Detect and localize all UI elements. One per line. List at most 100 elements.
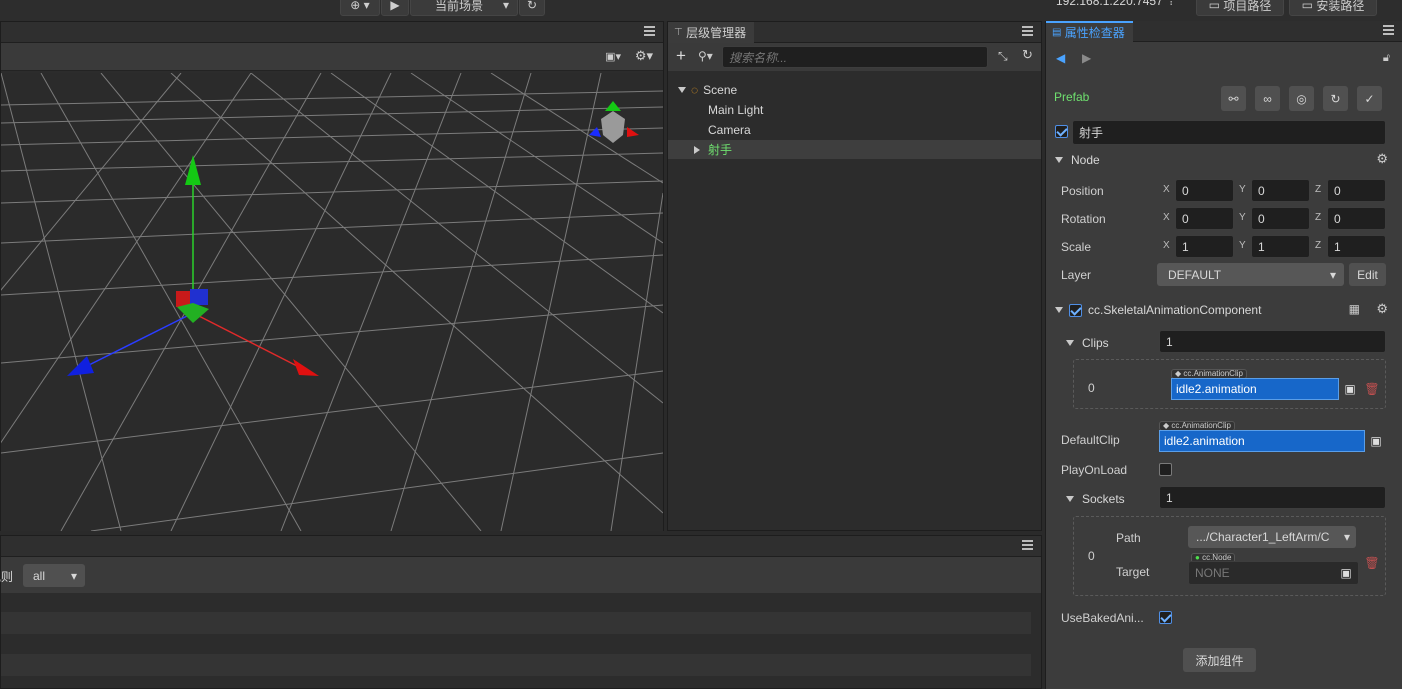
doc-icon: ▤	[1052, 26, 1062, 38]
rule-label: 规则	[0, 570, 14, 584]
scene-select[interactable]: 当前场景 ▾	[410, 0, 518, 16]
inspector-panel: ▤ 属性检查器 ◀ ▶ 🔓︎ Prefab ⚯ ∞ ◎ ↻ ✓ 射手 Node …	[1045, 20, 1402, 689]
rotation-x-input[interactable]: 0	[1175, 207, 1234, 230]
prefab-label: Prefab	[1054, 90, 1090, 104]
rotation-z-input[interactable]: 0	[1327, 207, 1386, 230]
target-label: Target	[1116, 565, 1150, 579]
node-name-input[interactable]: 射手	[1072, 120, 1386, 145]
layer-edit-button[interactable]: Edit	[1349, 263, 1386, 286]
add-component-button[interactable]: 添加组件	[1183, 648, 1256, 672]
link-prefab-button[interactable]: ∞	[1255, 86, 1280, 111]
clips-header[interactable]: Clips	[1066, 336, 1109, 350]
inspector-header: ▤ 属性检查器	[1046, 20, 1402, 42]
add-icon[interactable]: +	[676, 46, 686, 66]
component-header[interactable]: cc.SkeletalAnimationComponent	[1055, 303, 1261, 317]
layer-label: Layer	[1061, 268, 1092, 282]
forward-icon[interactable]: ▶	[1082, 51, 1091, 65]
gear-icon[interactable]: ⚙▾	[635, 48, 653, 64]
expand-icon[interactable]	[694, 145, 700, 154]
scale-x-input[interactable]: 1	[1175, 235, 1234, 258]
apply-prefab-button[interactable]: ✓	[1357, 86, 1382, 111]
check-circle-icon: ✓	[1364, 91, 1375, 106]
play-on-load-label: PlayOnLoad	[1061, 463, 1128, 477]
rotation-y-input[interactable]: 0	[1251, 207, 1310, 230]
globe-button[interactable]: ⊕ ▾	[340, 0, 380, 16]
camera-icon[interactable]: ▣▾	[605, 50, 621, 63]
revert-prefab-button[interactable]: ↻	[1323, 86, 1348, 111]
play-button[interactable]: ▶	[381, 0, 409, 16]
tree-item-camera[interactable]: Camera	[708, 123, 751, 137]
tree-item-main-light[interactable]: Main Light	[708, 103, 763, 117]
rotation-label: Rotation	[1061, 212, 1106, 226]
project-path-button[interactable]: ▭ 项目路径	[1196, 0, 1284, 16]
trash-icon[interactable]: 🗑︎	[1364, 378, 1380, 400]
filter-select[interactable]: all ▾	[23, 564, 85, 587]
position-y-input[interactable]: 0	[1251, 179, 1310, 202]
scene-toolbar: ▣▾ ⚙▾	[1, 43, 663, 71]
folder-icon: ▭	[1208, 0, 1220, 12]
book-icon[interactable]: ▦	[1349, 302, 1360, 316]
tree-item-shooter[interactable]: 射手	[668, 140, 1041, 159]
picker-icon[interactable]: ▣	[1342, 378, 1358, 400]
hierarchy-panel: ⊤ 层级管理器 + ⚲▾ 搜索名称... ⤡ ↻ ◌ Scene Main Li…	[667, 21, 1042, 531]
expand-icon[interactable]	[678, 87, 686, 93]
ip-address: 192.168.1.220:7457 ⇡	[1056, 0, 1176, 8]
top-toolbar: ⊕ ▾ ▶ 当前场景 ▾ ↻ 192.168.1.220:7457 ⇡ ▭ 项目路…	[0, 0, 1402, 21]
unlink-icon: ⚯	[1228, 91, 1239, 106]
default-clip-field[interactable]: idle2.animation	[1159, 430, 1365, 452]
sockets-header[interactable]: Sockets	[1066, 492, 1125, 506]
play-icon: ▶	[390, 0, 400, 12]
install-path-button[interactable]: ▭ 安装路径	[1289, 0, 1377, 16]
menu-icon[interactable]	[1383, 25, 1394, 35]
collapse-icon	[1055, 307, 1063, 313]
collapse-icon	[1055, 157, 1063, 163]
tab-hierarchy[interactable]: ⊤ 层级管理器	[668, 21, 755, 43]
tree-icon: ⊤	[674, 26, 683, 38]
clip-0-field[interactable]: idle2.animation	[1171, 378, 1339, 400]
scale-z-input[interactable]: 1	[1327, 235, 1386, 258]
sockets-count-input[interactable]: 1	[1159, 486, 1386, 509]
path-label: Path	[1116, 531, 1141, 545]
node-active-checkbox[interactable]	[1055, 125, 1068, 138]
scene-icon: ◌	[691, 83, 699, 97]
socket-target-field[interactable]: NONE	[1188, 561, 1359, 585]
hierarchy-header: ⊤ 层级管理器	[668, 21, 1041, 43]
scene-viewport[interactable]	[1, 73, 663, 531]
menu-icon[interactable]	[1022, 540, 1033, 550]
menu-icon[interactable]	[1022, 26, 1033, 36]
chevron-down-icon: ▾	[1329, 267, 1336, 282]
scene-panel-header	[1, 22, 663, 43]
picker-icon[interactable]: ▣	[1338, 562, 1354, 584]
tab-inspector[interactable]: ▤ 属性检查器	[1046, 20, 1133, 42]
tree-item-scene[interactable]: ◌ Scene	[678, 83, 737, 97]
collapse-icon	[1066, 340, 1074, 346]
play-on-load-checkbox[interactable]	[1159, 463, 1172, 476]
collapse-icon[interactable]: ⤡	[998, 49, 1008, 64]
refresh-icon[interactable]: ↻	[1022, 47, 1033, 63]
unlink-prefab-button[interactable]: ⚯	[1221, 86, 1246, 111]
refresh-button[interactable]: ↻	[519, 0, 545, 16]
use-baked-checkbox[interactable]	[1159, 611, 1172, 624]
component-enabled-checkbox[interactable]	[1069, 303, 1082, 317]
node-section-header[interactable]: Node	[1055, 153, 1100, 167]
refresh-icon: ↻	[526, 0, 538, 12]
link-icon: ∞	[1263, 91, 1272, 106]
trash-icon[interactable]: 🗑︎	[1364, 552, 1380, 574]
socket-path-select[interactable]: .../Character1_LeftArm/C ▾	[1188, 526, 1356, 548]
lock-icon[interactable]: 🔓︎	[1383, 52, 1390, 65]
back-icon[interactable]: ◀	[1056, 51, 1065, 65]
scale-y-input[interactable]: 1	[1251, 235, 1310, 258]
menu-icon[interactable]	[644, 26, 655, 36]
position-x-input[interactable]: 0	[1175, 179, 1234, 202]
gear-icon[interactable]: ⚙	[1376, 151, 1388, 167]
chevron-down-icon: ▾	[502, 0, 509, 12]
gear-icon[interactable]: ⚙	[1376, 301, 1388, 317]
search-icon[interactable]: ⚲▾	[698, 49, 713, 63]
search-input[interactable]: 搜索名称...	[722, 46, 988, 68]
position-z-input[interactable]: 0	[1327, 179, 1386, 202]
clips-count-input[interactable]: 1	[1159, 330, 1386, 353]
layer-select[interactable]: DEFAULT ▾	[1157, 263, 1344, 286]
picker-icon[interactable]: ▣	[1368, 430, 1384, 452]
log-row	[1, 654, 1031, 676]
locate-prefab-button[interactable]: ◎	[1289, 86, 1314, 111]
